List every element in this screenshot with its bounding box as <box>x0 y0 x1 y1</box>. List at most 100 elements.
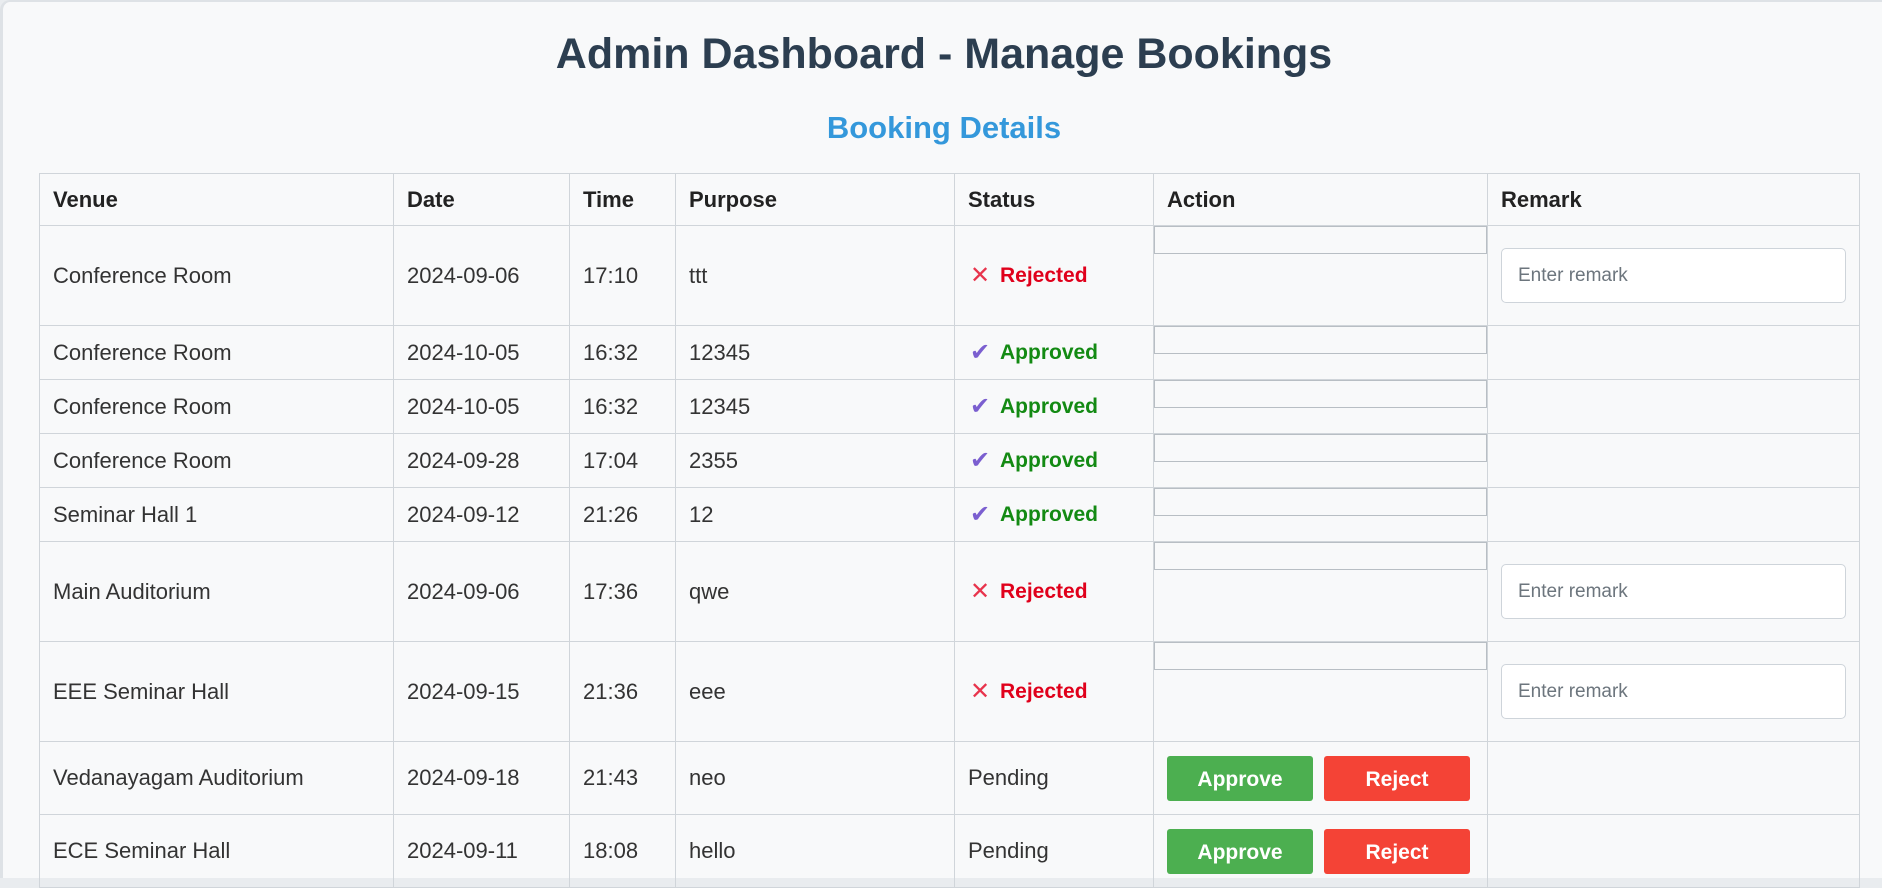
table-row: EEE Seminar Hall 2024-09-15 21:36 eee ✕ R… <box>39 641 1860 742</box>
remark-input[interactable] <box>1501 248 1846 303</box>
empty-action-box <box>1154 434 1487 462</box>
status-cell: ✔ Approved <box>954 325 1154 380</box>
venue-cell: Seminar Hall 1 <box>39 487 394 542</box>
time-cell: 16:32 <box>569 379 676 434</box>
time-cell: 16:32 <box>569 325 676 380</box>
date-cell: 2024-09-06 <box>393 541 570 642</box>
time-cell: 17:10 <box>569 225 676 326</box>
table-row: Conference Room 2024-10-05 16:32 12345 ✔… <box>39 325 1860 380</box>
status-badge: ✕ Rejected <box>968 577 1088 606</box>
status-label: Pending <box>968 838 1049 863</box>
status-label: Approved <box>1000 394 1099 418</box>
table-row: Conference Room 2024-09-28 17:04 2355 ✔ A… <box>39 433 1860 488</box>
status-label: Rejected <box>1000 679 1088 703</box>
status-label: Pending <box>968 765 1049 790</box>
action-cell <box>1153 433 1488 488</box>
date-cell: 2024-10-05 <box>393 379 570 434</box>
empty-action-box <box>1154 488 1487 516</box>
section-title: Booking Details <box>826 110 1062 145</box>
date-cell: 2024-10-05 <box>393 325 570 380</box>
status-label: Approved <box>1000 340 1099 364</box>
purpose-cell: 12 <box>675 487 955 542</box>
venue-cell: Conference Room <box>39 433 394 488</box>
checkmark-icon: ✔ <box>969 393 991 420</box>
table-row: Main Auditorium 2024-09-06 17:36 qwe ✕ Re… <box>39 541 1860 642</box>
approve-button[interactable]: Approve <box>1167 828 1313 874</box>
date-cell: 2024-09-28 <box>393 433 570 488</box>
status-cell: ✔ Approved <box>954 487 1154 542</box>
column-header-remark: Remark <box>1487 173 1860 226</box>
x-icon: ✕ <box>969 678 991 705</box>
status-cell: Pending <box>954 741 1154 815</box>
time-cell: 21:43 <box>569 741 676 815</box>
purpose-cell: hello <box>675 814 955 888</box>
venue-cell: ECE Seminar Hall <box>39 814 394 888</box>
remark-cell <box>1487 225 1860 326</box>
column-header-venue: Venue <box>39 173 394 226</box>
date-cell: 2024-09-06 <box>393 225 570 326</box>
date-cell: 2024-09-18 <box>393 741 570 815</box>
purpose-cell: ttt <box>675 225 955 326</box>
status-cell: ✔ Approved <box>954 379 1154 434</box>
time-cell: 18:08 <box>569 814 676 888</box>
approve-button[interactable]: Approve <box>1167 755 1313 801</box>
status-badge: ✔ Approved <box>968 338 1098 367</box>
column-header-time: Time <box>569 173 676 226</box>
purpose-cell: qwe <box>675 541 955 642</box>
status-badge: ✔ Approved <box>968 392 1098 421</box>
venue-cell: Vedanayagam Auditorium <box>39 741 394 815</box>
reject-button[interactable]: Reject <box>1324 828 1470 874</box>
table-row: Conference Room 2024-09-06 17:10 ttt ✕ Re… <box>39 225 1860 326</box>
action-cell <box>1153 641 1488 742</box>
remark-cell <box>1487 641 1860 742</box>
table-row: Conference Room 2024-10-05 16:32 12345 ✔… <box>39 379 1860 434</box>
remark-cell <box>1487 433 1860 488</box>
table-header-row: Venue Date Time Purpose Status Action Re… <box>39 173 1860 226</box>
status-badge: ✕ Rejected <box>968 261 1088 290</box>
purpose-cell: eee <box>675 641 955 742</box>
column-header-date: Date <box>393 173 570 226</box>
empty-action-box <box>1154 642 1487 670</box>
purpose-cell: 12345 <box>675 325 955 380</box>
page-container: Admin Dashboard - Manage Bookings Bookin… <box>0 0 1882 888</box>
checkmark-icon: ✔ <box>969 447 991 474</box>
remark-input[interactable] <box>1501 664 1846 719</box>
action-cell: Approve Reject <box>1153 814 1488 888</box>
remark-cell <box>1487 325 1860 380</box>
status-label: Rejected <box>1000 579 1088 603</box>
reject-button[interactable]: Reject <box>1324 755 1470 801</box>
empty-action-box <box>1154 380 1487 408</box>
time-cell: 17:36 <box>569 541 676 642</box>
time-cell: 17:04 <box>569 433 676 488</box>
venue-cell: Conference Room <box>39 379 394 434</box>
purpose-cell: 2355 <box>675 433 955 488</box>
status-badge: ✕ Rejected <box>968 677 1088 706</box>
checkmark-icon: ✔ <box>969 501 991 528</box>
action-cell <box>1153 379 1488 434</box>
column-header-purpose: Purpose <box>675 173 955 226</box>
time-cell: 21:26 <box>569 487 676 542</box>
purpose-cell: neo <box>675 741 955 815</box>
remark-input[interactable] <box>1501 564 1846 619</box>
remark-cell <box>1487 741 1860 815</box>
x-icon: ✕ <box>969 578 991 605</box>
status-cell: ✕ Rejected <box>954 541 1154 642</box>
action-cell: Approve Reject <box>1153 741 1488 815</box>
table-row: Vedanayagam Auditorium 2024-09-18 21:43 … <box>39 741 1860 815</box>
table-row: Seminar Hall 1 2024-09-12 21:26 12 ✔ Appr… <box>39 487 1860 542</box>
time-cell: 21:36 <box>569 641 676 742</box>
status-label: Approved <box>1000 448 1099 472</box>
empty-action-box <box>1154 226 1487 254</box>
status-cell: ✕ Rejected <box>954 225 1154 326</box>
action-cell <box>1153 325 1488 380</box>
remark-cell <box>1487 487 1860 542</box>
venue-cell: Conference Room <box>39 225 394 326</box>
checkmark-icon: ✔ <box>969 339 991 366</box>
status-cell: ✔ Approved <box>954 433 1154 488</box>
action-cell <box>1153 225 1488 326</box>
bookings-table: Venue Date Time Purpose Status Action Re… <box>39 173 1860 888</box>
column-header-status: Status <box>954 173 1154 226</box>
date-cell: 2024-09-11 <box>393 814 570 888</box>
venue-cell: Conference Room <box>39 325 394 380</box>
status-badge: ✔ Approved <box>968 446 1098 475</box>
